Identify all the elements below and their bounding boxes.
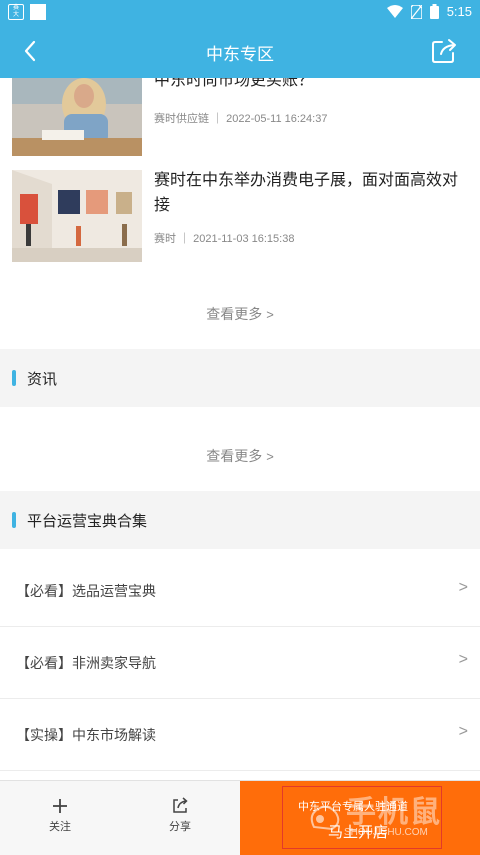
share-button[interactable]: 分享 bbox=[120, 781, 240, 855]
section-accent-bar bbox=[12, 370, 16, 386]
guide-item[interactable]: 【必看】选品运营宝典 > bbox=[0, 556, 480, 627]
watermark-logo: 手机鼠 SHOUJISHU.COM bbox=[294, 787, 464, 849]
article-meta: 赛时供应链 ｜ 2022-05-11 16:24:37 bbox=[154, 110, 327, 126]
follow-button[interactable]: 关注 bbox=[0, 781, 120, 855]
share-icon bbox=[173, 797, 188, 813]
page-title: 中东专区 bbox=[206, 45, 274, 64]
share-export-icon[interactable] bbox=[430, 37, 458, 65]
battery-icon bbox=[429, 4, 439, 19]
article-item[interactable]: 中东时尚市场更买账？ 赛时供应链 ｜ 2022-05-11 16:24:37 bbox=[12, 78, 468, 156]
chevron-right-icon: > bbox=[266, 307, 274, 322]
chevron-right-icon: > bbox=[458, 579, 468, 596]
guide-item-label: 【必看】非洲卖家导航 bbox=[16, 655, 156, 671]
article-meta: 赛时 ｜ 2021-11-03 16:15:38 bbox=[154, 230, 294, 246]
guide-item-label: 【实操】中东市场解读 bbox=[16, 727, 156, 743]
mouse-logo-icon bbox=[310, 805, 340, 831]
section-title: 平台运营宝典合集 bbox=[27, 513, 148, 530]
watermark-url: SHOUJISHU.COM bbox=[344, 827, 428, 838]
meta-divider: ｜ bbox=[212, 113, 227, 125]
guide-item-label: 【必看】选品运营宝典 bbox=[16, 583, 156, 599]
watermark-text: 手机鼠 bbox=[346, 796, 442, 829]
plus-icon bbox=[53, 799, 67, 813]
share-label: 分享 bbox=[169, 821, 191, 833]
guide-item[interactable]: 【必看】非洲卖家导航 > bbox=[0, 628, 480, 699]
no-sim-icon bbox=[410, 4, 422, 19]
section-accent-bar bbox=[12, 512, 16, 528]
article-source: 赛时供应链 bbox=[154, 113, 209, 125]
content-area[interactable]: 中东时尚市场更买账？ 赛时供应链 ｜ 2022-05-11 16:24:37 赛… bbox=[0, 78, 480, 780]
chevron-right-icon: > bbox=[458, 651, 468, 668]
more-label: 查看更多 bbox=[206, 306, 263, 322]
title-bar: 中东专区 bbox=[0, 24, 480, 78]
status-bar-right: 5:15 bbox=[386, 4, 472, 19]
chevron-right-icon: > bbox=[458, 723, 468, 740]
follow-label: 关注 bbox=[49, 821, 71, 833]
section-header-news: 资讯 bbox=[0, 349, 480, 407]
app-notification-icon: 赛大 bbox=[8, 4, 24, 20]
news-more-link[interactable]: 查看更多 > bbox=[0, 446, 480, 466]
notification-placeholder-icon bbox=[30, 4, 46, 20]
more-label: 查看更多 bbox=[206, 448, 263, 464]
chevron-right-icon: > bbox=[266, 449, 274, 464]
article-item[interactable]: 赛时在中东举办消费电子展，面对面高效对接 赛时 ｜ 2021-11-03 16:… bbox=[12, 170, 468, 262]
article-source: 赛时 bbox=[154, 233, 176, 245]
open-store-button[interactable]: 中东平台专属人驻通道 马上开店 手机鼠 SHOUJISHU.COM bbox=[240, 781, 480, 855]
meta-divider: ｜ bbox=[179, 233, 194, 245]
articles-more-link[interactable]: 查看更多 > bbox=[0, 304, 480, 324]
status-bar: 赛大 5:15 bbox=[0, 0, 480, 24]
guide-item[interactable]: 【实操】中东市场解读 > bbox=[0, 700, 480, 771]
section-header-guides: 平台运营宝典合集 bbox=[0, 491, 480, 549]
section-title: 资讯 bbox=[27, 371, 58, 388]
bottom-action-bar: 关注 分享 中东平台专属人驻通道 马上开店 手机鼠 SHOUJISHU.COM bbox=[0, 780, 480, 855]
wifi-icon bbox=[386, 5, 403, 18]
clock: 5:15 bbox=[446, 4, 472, 19]
article-title: 赛时在中东举办消费电子展，面对面高效对接 bbox=[154, 172, 459, 214]
article-thumbnail-gallery bbox=[12, 170, 142, 262]
article-date: 2021-11-03 16:15:38 bbox=[193, 233, 295, 245]
article-title: 中东时尚市场更买账？ bbox=[154, 78, 315, 89]
article-date: 2022-05-11 16:24:37 bbox=[226, 113, 328, 125]
article-thumbnail-reading-woman bbox=[12, 78, 142, 156]
